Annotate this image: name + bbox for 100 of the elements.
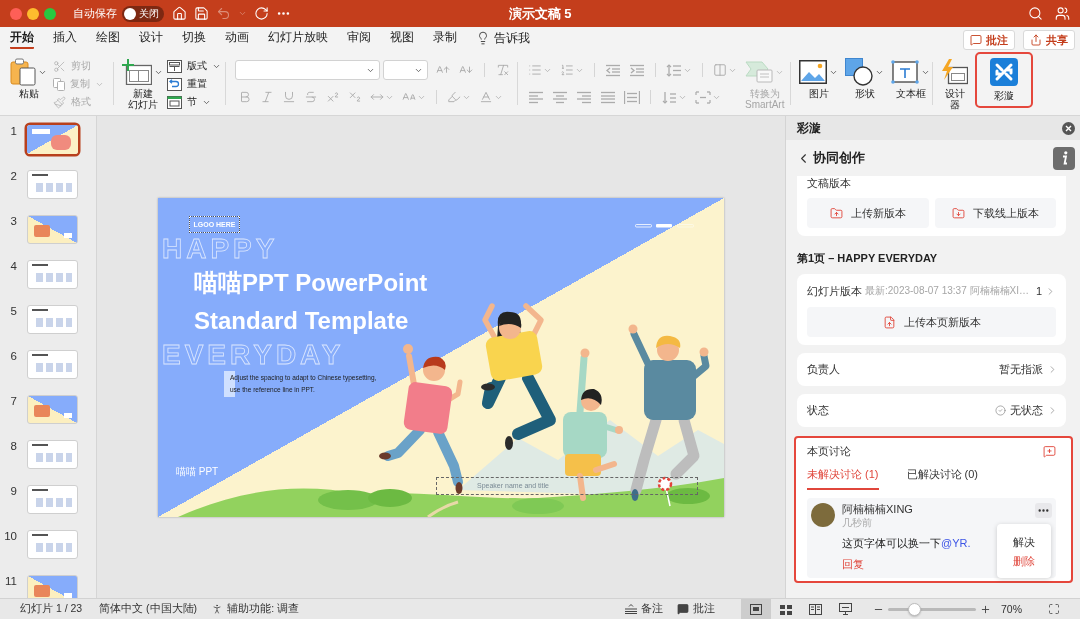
mention-link[interactable]: @YR.: [941, 537, 971, 549]
slide-thumbnail[interactable]: [27, 440, 78, 469]
ribbon-tab[interactable]: 录制: [433, 27, 457, 49]
slide-number: 11: [4, 575, 17, 587]
panel-title: 彩漩: [797, 119, 821, 137]
zoom-slider[interactable]: [888, 602, 976, 616]
slide-thumbnail[interactable]: [27, 485, 78, 514]
more-button[interactable]: [1035, 503, 1052, 518]
discussion-tab[interactable]: 未解决讨论 (1): [807, 466, 879, 490]
upload-version-button[interactable]: 上传新版本: [807, 198, 929, 228]
value-link[interactable]: 暂无指派: [999, 362, 1058, 377]
zoom-slider-thumb[interactable]: [907, 602, 921, 616]
zoom-reading: 70%: [1001, 603, 1022, 615]
addin-button[interactable]: 彩漩: [975, 52, 1033, 108]
ribbon-tab[interactable]: 视图: [390, 27, 414, 49]
paintbrush-icon: [53, 95, 66, 109]
slide-number: 1: [9, 125, 17, 137]
picture-icon: [799, 60, 827, 84]
folder-download-icon: [951, 206, 965, 220]
autosave-label: 自动保存: [73, 6, 117, 21]
layout-button[interactable]: 版式: [167, 58, 221, 74]
font-size-field[interactable]: [383, 60, 428, 80]
upload-page-version-button[interactable]: 上传本页新版本: [807, 307, 1056, 337]
redo-icon[interactable]: [254, 6, 269, 21]
share-button[interactable]: 共享: [1023, 30, 1075, 50]
save-icon[interactable]: [194, 6, 209, 21]
ribbon-tab[interactable]: 切换: [182, 27, 206, 49]
close-window-icon[interactable]: [10, 7, 22, 20]
shapes-button[interactable]: 形状: [845, 56, 884, 99]
file-upload-icon: [882, 315, 896, 329]
picture-button[interactable]: 图片: [799, 56, 838, 99]
minimize-window-icon[interactable]: [27, 7, 39, 20]
tell-me-button[interactable]: 告诉我: [476, 27, 530, 49]
zoom-in-icon[interactable]: [980, 603, 991, 615]
comments-button[interactable]: 批注: [963, 30, 1015, 50]
discussion-tab[interactable]: 已解决讨论 (0): [906, 466, 978, 490]
caret-icon[interactable]: [238, 9, 247, 18]
reply-link[interactable]: 回复: [842, 557, 864, 571]
comment-author: 阿楠楠楠XING: [842, 503, 914, 516]
outline-text: EVERYDAY: [162, 340, 345, 369]
back-button[interactable]: 协同创作: [796, 149, 865, 167]
slide-thumbnail[interactable]: [27, 170, 78, 199]
ribbon-tab[interactable]: 插入: [53, 27, 77, 49]
lollipop: [657, 476, 673, 507]
slide-thumbnail[interactable]: [27, 395, 78, 424]
ribbon-tab[interactable]: 动画: [225, 27, 249, 49]
view-button[interactable]: [741, 599, 771, 619]
reset-button[interactable]: 重置: [167, 76, 221, 92]
designer-button[interactable]: 设计 器: [941, 56, 968, 110]
font-name-field[interactable]: [235, 60, 380, 80]
menu-item[interactable]: 删除: [1013, 553, 1035, 568]
add-comment-icon[interactable]: [1043, 444, 1056, 458]
slide-thumbnail[interactable]: [27, 350, 78, 379]
accessibility-button[interactable]: 辅助功能: 调查: [211, 602, 299, 616]
book-icon: [809, 603, 823, 615]
normal-view-icon: [750, 603, 762, 615]
home-icon[interactable]: [172, 6, 187, 21]
field-label: 状态: [807, 403, 829, 418]
ribbon-tab[interactable]: 设计: [139, 27, 163, 49]
slide-thumbnail[interactable]: [27, 305, 78, 334]
ribbon-tab[interactable]: 审阅: [347, 27, 371, 49]
presentation-icon: [839, 603, 853, 615]
value-link[interactable]: 无状态: [995, 403, 1058, 418]
slide-number: 6: [9, 350, 17, 362]
slide-number: 2: [9, 170, 17, 182]
autosave-toggle[interactable]: 关闭: [122, 5, 164, 22]
section-button[interactable]: 节: [167, 94, 221, 110]
ribbon-tab[interactable]: 绘图: [96, 27, 120, 49]
info-button[interactable]: [1053, 146, 1075, 170]
avatar: [811, 503, 835, 527]
section-icon: [167, 95, 182, 109]
folder-upload-icon: [829, 206, 843, 220]
search-icon[interactable]: [1028, 6, 1043, 21]
close-icon[interactable]: [1062, 121, 1075, 135]
notes-button[interactable]: 备注: [625, 602, 663, 616]
slide-thumbnail[interactable]: [27, 530, 78, 559]
menu-item[interactable]: 解决: [1013, 534, 1035, 549]
share-icon: [1030, 34, 1042, 46]
ribbon-tab[interactable]: 幻灯片放映: [268, 27, 328, 49]
slide-thumbnail[interactable]: [27, 215, 78, 244]
field-label: 负责人: [807, 362, 840, 377]
grid-view-icon: [780, 603, 792, 615]
zoom-window-icon[interactable]: [44, 7, 56, 20]
lightning-window-icon: [941, 59, 968, 85]
slide-thumbnail[interactable]: [27, 260, 78, 289]
fit-to-window-icon[interactable]: [1048, 603, 1060, 615]
text-box-button[interactable]: 文本框: [891, 56, 930, 99]
download-version-button[interactable]: 下载线上版本: [934, 198, 1056, 228]
people-icon[interactable]: [1055, 6, 1070, 21]
comments-status-button[interactable]: 批注: [677, 602, 715, 616]
slide-number: 10: [3, 530, 17, 542]
version-count-button[interactable]: 1: [1035, 285, 1056, 297]
slide-thumbnail[interactable]: [27, 125, 78, 154]
ribbon-tab[interactable]: 开始: [10, 27, 34, 49]
slide-number: 3: [9, 215, 17, 227]
paste-button[interactable]: 粘贴: [10, 56, 47, 99]
slide-thumbnail[interactable]: [27, 575, 78, 598]
outline-text: HAPPY: [162, 234, 279, 263]
section-title: 文稿版本: [807, 176, 852, 191]
new-slide-button[interactable]: 新建 幻灯片: [122, 56, 163, 110]
